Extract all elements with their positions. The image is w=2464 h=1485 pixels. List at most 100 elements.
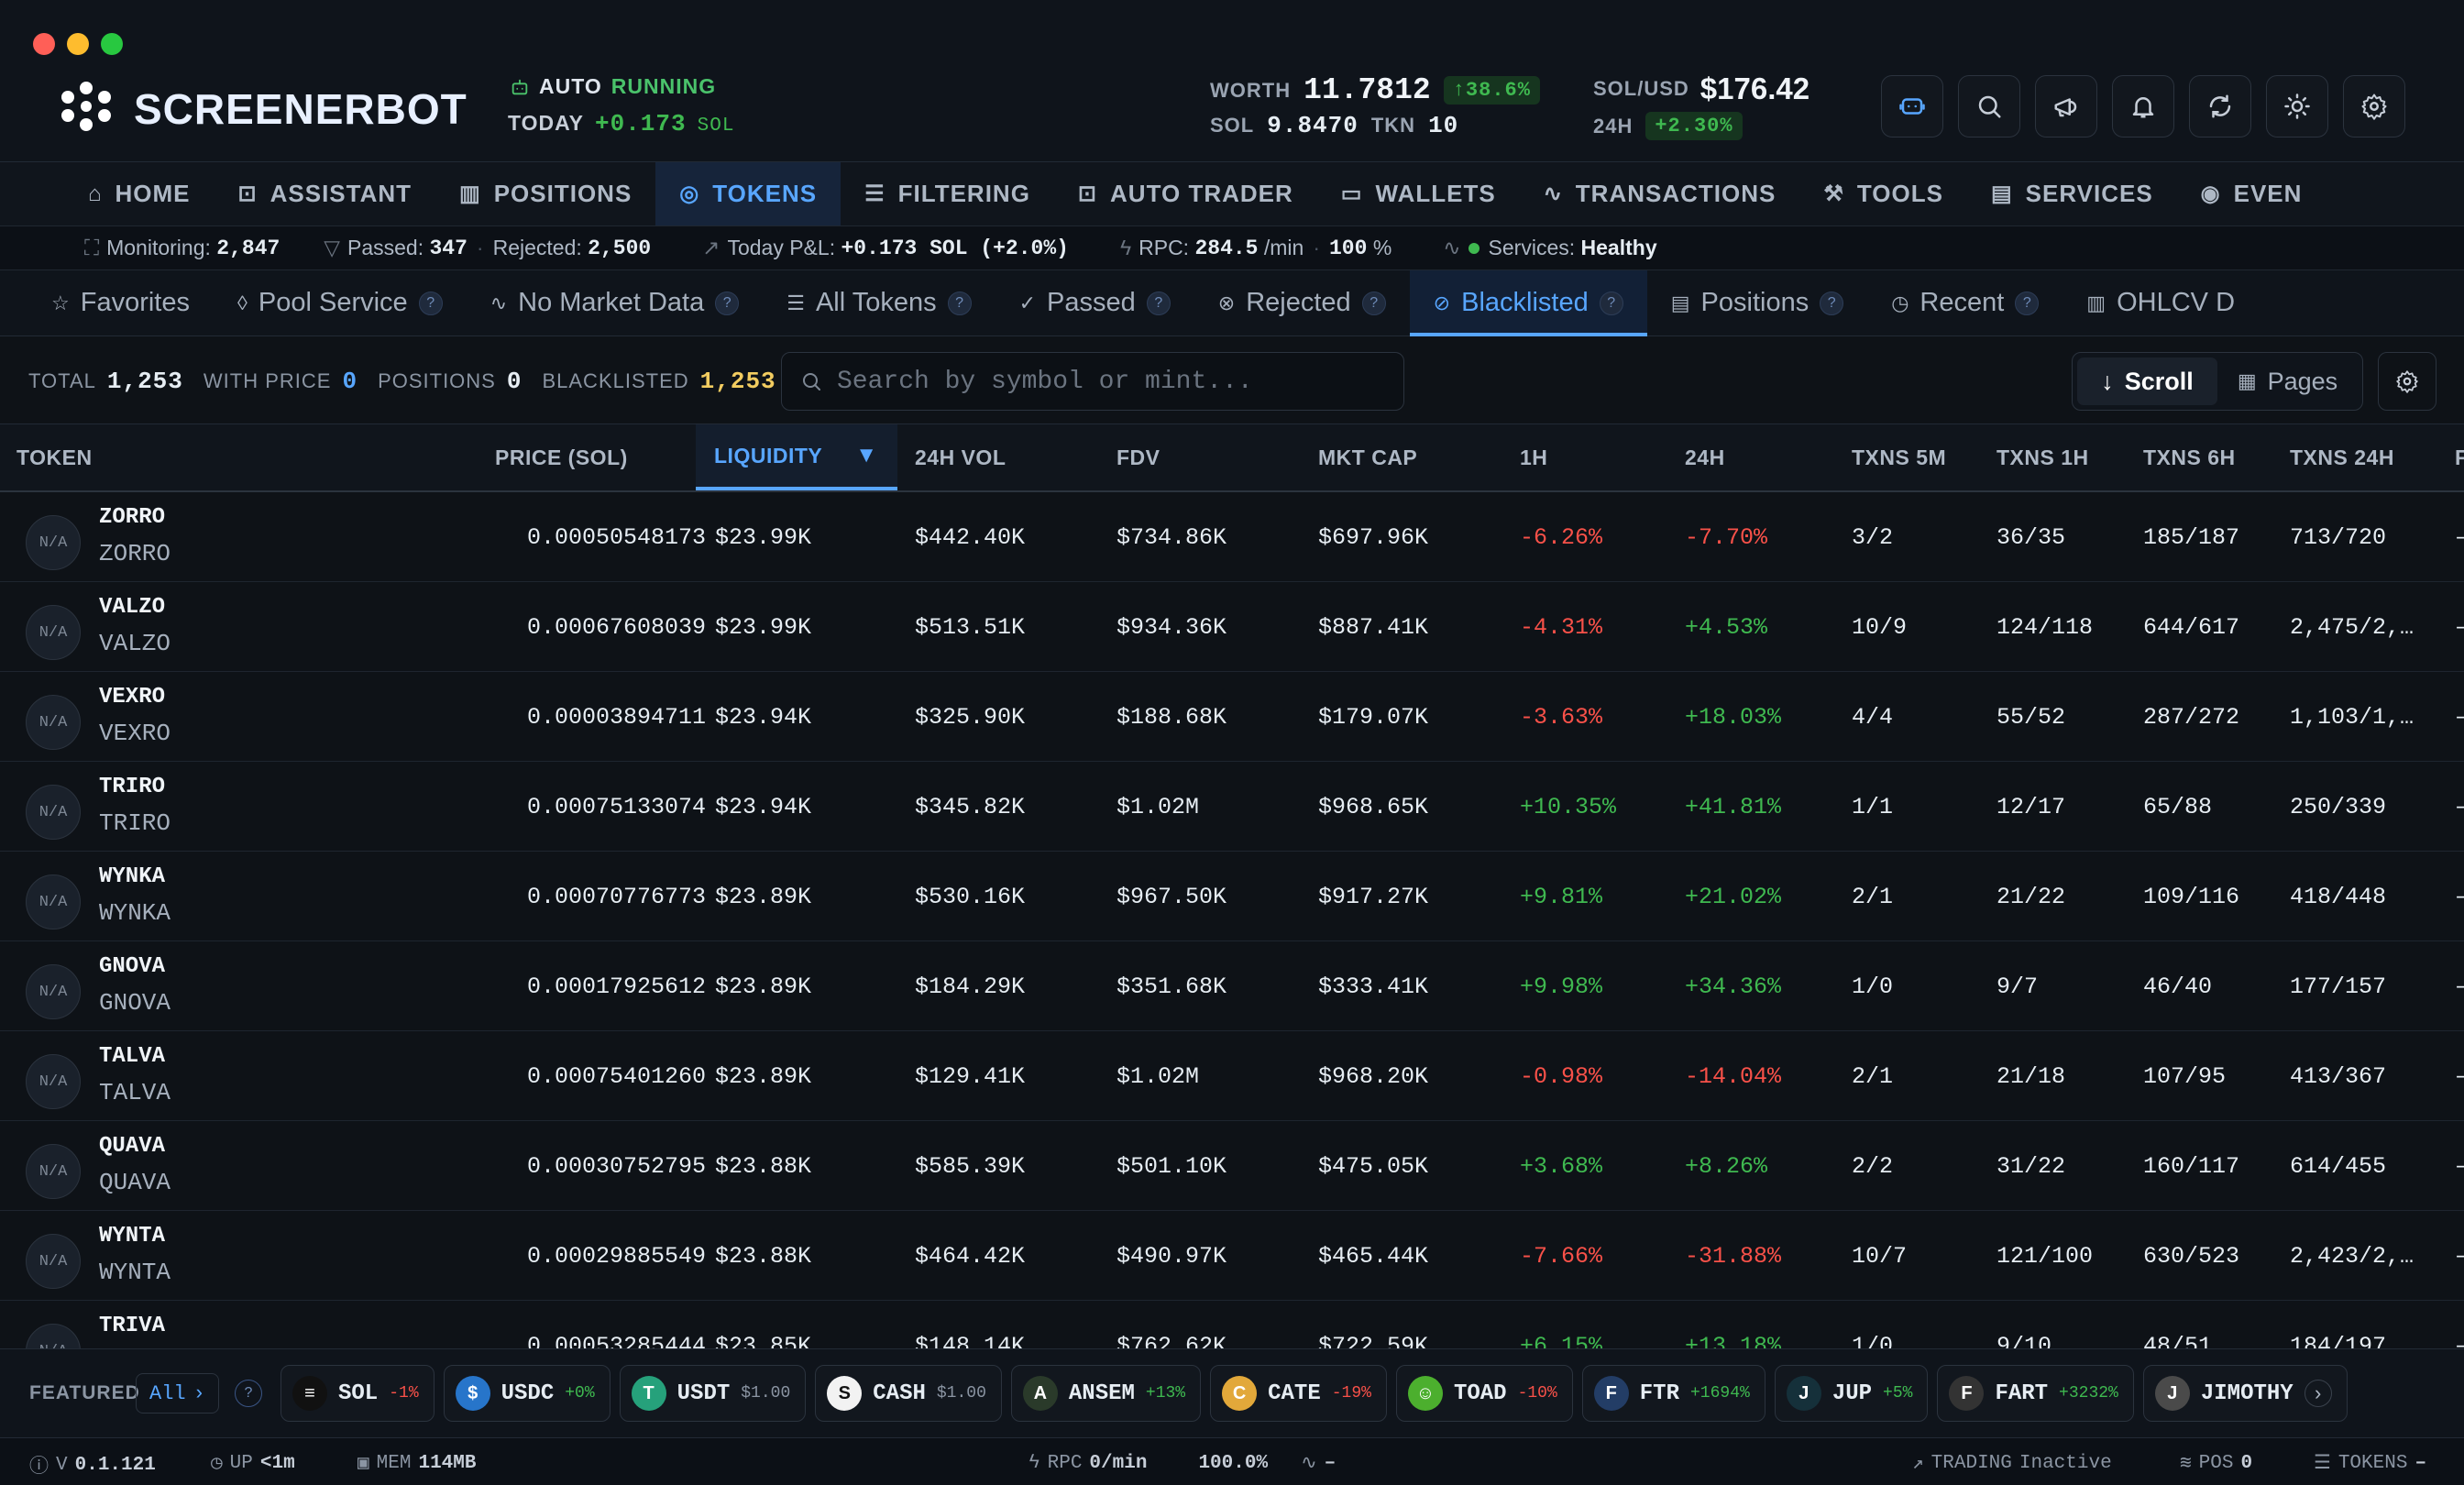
settings-button[interactable] xyxy=(2343,75,2405,138)
featured-token-toad[interactable]: ☺ TOAD -10% xyxy=(1395,1365,1573,1422)
help-icon[interactable]: ? xyxy=(1146,291,1171,315)
column-header-txns-24h[interactable]: TXNS 24H xyxy=(2290,424,2394,490)
column-header-txns-6h[interactable]: TXNS 6H xyxy=(2143,424,2236,490)
help-icon[interactable]: ? xyxy=(715,291,740,315)
chevron-right-icon[interactable]: › xyxy=(2304,1380,2332,1407)
table-row[interactable]: N/ATRIVATRIVA0.00053285444$23.85K$148.14… xyxy=(0,1301,2464,1348)
pages-mode-button[interactable]: ▦ Pages xyxy=(2217,358,2358,405)
featured-filter-button[interactable]: All › xyxy=(136,1373,219,1414)
cell-liquidity: $23.94K xyxy=(715,793,812,820)
column-header-f[interactable]: F xyxy=(2455,424,2464,490)
nav-item-auto-trader[interactable]: ⊡ AUTO TRADER xyxy=(1054,162,1317,226)
jimothy-icon: J xyxy=(2154,1376,2190,1411)
featured-token-jup[interactable]: J JUP +5% xyxy=(1774,1365,1929,1422)
nav-item-tokens[interactable]: ◎ TOKENS xyxy=(655,162,842,226)
nav-item-services[interactable]: ▤ SERVICES xyxy=(1967,162,2177,226)
table-row[interactable]: N/A GNOVA GNOVA 0.00017925612 $23.89K $184.29… xyxy=(0,941,2464,1031)
tab-passed[interactable]: ✓ Passed? xyxy=(996,270,1194,336)
featured-symbol: CATE xyxy=(1268,1380,1321,1406)
tab-blacklisted[interactable]: ⊘ Blacklisted? xyxy=(1409,270,1647,336)
theme-toggle-button[interactable] xyxy=(2266,75,2328,138)
table-row[interactable]: N/A TALVA TALVA 0.00075401260 $23.89K $129.41… xyxy=(0,1031,2464,1121)
close-window-button[interactable] xyxy=(33,33,55,55)
featured-token-fart[interactable]: F FART +3232% xyxy=(1937,1365,2134,1422)
featured-token-cash[interactable]: S CASH $1.00 xyxy=(815,1365,1002,1422)
nav-item-label: POSITIONS xyxy=(493,180,632,207)
featured-token-usdc[interactable]: $ USDC +0% xyxy=(443,1365,610,1422)
nav-item-transactions[interactable]: ∿ TRANSACTIONS xyxy=(1520,162,1800,226)
sol-value: 9.8470 xyxy=(1267,112,1358,139)
table-row[interactable]: N/A WYNKA WYNKA 0.00070776773 $23.89K $530.16… xyxy=(0,852,2464,941)
column-label: F xyxy=(2455,445,2464,469)
table-row[interactable]: N/A TRIRO TRIRO 0.00075133074 $23.94K $345.82… xyxy=(0,762,2464,852)
refresh-button[interactable] xyxy=(2189,75,2251,138)
featured-token-cate[interactable]: C CATE -19% xyxy=(1210,1365,1387,1422)
cell-liquidity: $23.89K xyxy=(715,1062,812,1090)
table-row[interactable]: N/A QUAVA QUAVA 0.00030752795 $23.88K $585.39… xyxy=(0,1121,2464,1211)
cell-h1: -4.31% xyxy=(1520,613,1603,641)
column-label: LIQUIDITY xyxy=(714,443,823,468)
column-header-txns-1h[interactable]: TXNS 1H xyxy=(1996,424,2089,490)
tab-all-tokens[interactable]: ☰ All Tokens? xyxy=(763,270,995,336)
column-header-price-sol-[interactable]: PRICE (SOL) xyxy=(495,424,628,490)
sol-usd-stat: SOL/USD $176.42 xyxy=(1593,72,1810,106)
minimize-window-button[interactable] xyxy=(67,33,89,55)
help-icon[interactable]: ? xyxy=(418,291,443,315)
positions-label: POSITIONS xyxy=(378,369,496,392)
table-row[interactable]: N/A ZORRO ZORRO 0.00050548173 $23.99K $442.40… xyxy=(0,492,2464,582)
assistant-button[interactable] xyxy=(1881,75,1943,138)
help-icon[interactable]: ? xyxy=(1361,291,1386,315)
search-button[interactable] xyxy=(1958,75,2020,138)
featured-token-jimothy[interactable]: J JIMOTHY › xyxy=(2142,1365,2348,1422)
column-header-1h[interactable]: 1H xyxy=(1520,424,1547,490)
nav-item-home[interactable]: ⌂ HOME xyxy=(64,162,214,226)
tab-ohlcv-d[interactable]: ▥ OHLCV D xyxy=(2062,270,2259,336)
auto-status[interactable]: AUTO RUNNING xyxy=(510,74,716,99)
nav-item-assistant[interactable]: ⊡ ASSISTANT xyxy=(214,162,436,226)
services-label: Services: xyxy=(1488,236,1576,259)
help-icon[interactable]: ? xyxy=(1820,291,1844,315)
featured-token-ansem[interactable]: A ANSEM +13% xyxy=(1010,1365,1202,1422)
table-settings-button[interactable] xyxy=(2378,352,2436,411)
pair-label: SOL/USD xyxy=(1593,77,1689,100)
column-header-24h[interactable]: 24H xyxy=(1685,424,1725,490)
column-header-token[interactable]: TOKEN xyxy=(16,424,93,490)
cell-price: 0.00053285444 xyxy=(526,1332,706,1349)
column-header-24h-vol[interactable]: 24H VOL xyxy=(915,424,1006,490)
column-header-mkt-cap[interactable]: MKT CAP xyxy=(1318,424,1417,490)
featured-token-ftr[interactable]: F FTR +1694% xyxy=(1581,1365,1766,1422)
table-row[interactable]: N/A VEXRO VEXRO 0.00003894711 $23.94K $325.90… xyxy=(0,672,2464,762)
nav-item-filtering[interactable]: ☰ FILTERING xyxy=(841,162,1054,226)
search-box[interactable] xyxy=(781,352,1404,411)
tab-no-market-data[interactable]: ∿ No Market Data? xyxy=(467,270,764,336)
nav-item-positions[interactable]: ▥ POSITIONS xyxy=(435,162,655,226)
nav-item-tools[interactable]: ⚒ TOOLS xyxy=(1799,162,1967,226)
notifications-button[interactable] xyxy=(2112,75,2174,138)
help-icon[interactable]: ? xyxy=(947,291,972,315)
nav-item-even[interactable]: ◉ EVEN xyxy=(2177,162,2326,226)
help-icon[interactable]: ? xyxy=(1599,291,1623,315)
tab-positions[interactable]: ▤ Positions? xyxy=(1647,270,1867,336)
cell-t6h: 48/51 xyxy=(2143,1332,2213,1349)
tab-pool-service[interactable]: ◊ Pool Service? xyxy=(214,270,467,336)
scroll-mode-button[interactable]: ↓ Scroll xyxy=(2077,358,2217,405)
tab-recent[interactable]: ◷ Recent? xyxy=(1867,270,2062,336)
featured-help-icon[interactable]: ? xyxy=(235,1380,262,1407)
featured-token-usdt[interactable]: T USDT $1.00 xyxy=(619,1365,807,1422)
cell-mcap: $968.65K xyxy=(1318,793,1429,820)
nav-item-wallets[interactable]: ▭ WALLETS xyxy=(1317,162,1520,226)
help-icon[interactable]: ? xyxy=(2015,291,2040,315)
table-row[interactable]: N/A VALZO VALZO 0.00067608039 $23.99K $513.51… xyxy=(0,582,2464,672)
search-input[interactable] xyxy=(837,367,1387,396)
view-mode-toggle: ↓ Scroll ▦ Pages xyxy=(2072,352,2363,411)
column-header-txns-5m[interactable]: TXNS 5M xyxy=(1852,424,1946,490)
trend-icon: ∿ xyxy=(490,291,508,314)
tab-favorites[interactable]: ☆ Favorites xyxy=(28,270,214,336)
announcements-button[interactable] xyxy=(2035,75,2097,138)
table-row[interactable]: N/A WYNTA WYNTA 0.00029885549 $23.88K $464.42… xyxy=(0,1211,2464,1301)
tab-rejected[interactable]: ⊗ Rejected? xyxy=(1194,270,1410,336)
column-header-liquidity[interactable]: LIQUIDITY ▼ xyxy=(696,424,897,490)
maximize-window-button[interactable] xyxy=(101,33,123,55)
column-header-fdv[interactable]: FDV xyxy=(1116,424,1160,490)
featured-token-sol[interactable]: ≡ SOL -1% xyxy=(280,1365,434,1422)
